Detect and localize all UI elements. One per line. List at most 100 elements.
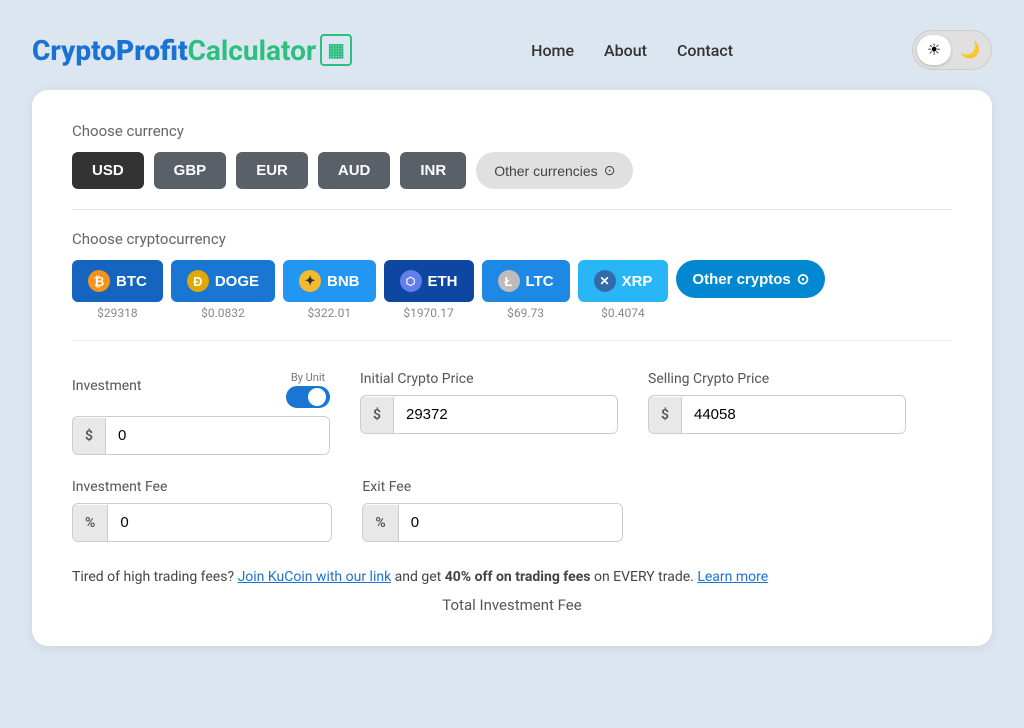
theme-toggle: ☀ 🌙 [912,30,992,70]
initial-price-label: Initial Crypto Price [360,371,618,387]
currency-btn-usd[interactable]: USD [72,152,144,189]
investment-fee-prefix: % [73,505,108,541]
crypto-btn-ltc[interactable]: Ł LTC [482,260,570,302]
xrp-price: $0.4074 [601,306,645,320]
crypto-item-others: Other cryptos ⊙ [676,260,825,298]
crypto-btn-others[interactable]: Other cryptos ⊙ [676,260,825,298]
currency-btn-aud[interactable]: AUD [318,152,391,189]
currency-btn-eur[interactable]: EUR [236,152,308,189]
xrp-icon: ✕ [594,270,616,292]
other-cryptos-label: Other cryptos [692,271,790,288]
selling-price-input[interactable] [682,396,905,433]
crypto-btn-xrp[interactable]: ✕ XRP [578,260,669,302]
crypto-btn-btc[interactable]: ₿ BTC [72,260,163,302]
crypto-item-btc: ₿ BTC $29318 [72,260,163,320]
investment-input[interactable] [106,417,329,454]
promo-bold: 40% off on trading fees [445,569,591,585]
selling-price-label: Selling Crypto Price [648,371,906,387]
crypto-row: ₿ BTC $29318 Ð DOGE $0.0832 ✦ BNB [72,260,952,320]
currency-btn-inr[interactable]: INR [400,152,466,189]
selling-price-group: Selling Crypto Price $ [648,371,906,455]
ltc-price: $69.73 [507,306,544,320]
crypto-btn-bnb[interactable]: ✦ BNB [283,260,376,302]
crypto-btn-doge[interactable]: Ð DOGE [171,260,275,302]
dark-mode-button[interactable]: 🌙 [953,35,987,65]
exit-fee-group: Exit Fee % [362,479,622,542]
investment-label: Investment [72,378,141,394]
currency-btn-gbp[interactable]: GBP [154,152,227,189]
main-card: Choose currency USD GBP EUR AUD INR Othe… [32,90,992,646]
crypto-item-doge: Ð DOGE $0.0832 [171,260,275,320]
currency-section: Choose currency USD GBP EUR AUD INR Othe… [72,122,952,189]
exit-fee-label: Exit Fee [362,479,622,495]
exit-fee-input-wrapper: % [362,503,622,542]
crypto-section: Choose cryptocurrency ₿ BTC $29318 Ð DOG… [72,230,952,320]
light-mode-button[interactable]: ☀ [917,35,951,65]
divider-2 [72,340,952,341]
xrp-label: XRP [622,273,653,290]
investment-label-row: Investment By Unit [72,371,330,408]
initial-price-prefix: $ [361,397,394,433]
promo-text1: Tired of high trading fees? [72,569,234,585]
promo-text2: and get [395,569,445,585]
by-unit-toggle[interactable] [286,386,330,408]
crypto-item-bnb: ✦ BNB $322.01 [283,260,376,320]
selling-price-prefix: $ [649,397,682,433]
by-unit-label: By Unit [291,371,325,384]
nav-home[interactable]: Home [531,41,574,60]
form-row-1: Investment By Unit $ [72,371,952,455]
other-cryptos-chevron-icon: ⊙ [797,270,810,288]
exit-fee-input[interactable] [399,504,622,541]
bnb-label: BNB [327,273,360,290]
header: CryptoProfitCalculator ▦ Home About Cont… [32,20,992,90]
logo-calculator: Calculator [188,34,317,67]
doge-price: $0.0832 [201,306,245,320]
ltc-icon: Ł [498,270,520,292]
investment-fee-label: Investment Fee [72,479,332,495]
investment-group: Investment By Unit $ [72,371,330,455]
initial-price-input[interactable] [394,396,617,433]
eth-price: $1970.17 [403,306,453,320]
chevron-down-icon: ⊙ [604,162,616,179]
investment-fee-input[interactable] [108,504,331,541]
investment-fee-input-wrapper: % [72,503,332,542]
doge-icon: Ð [187,270,209,292]
promo-link-learn-more[interactable]: Learn more [697,569,768,585]
ltc-label: LTC [526,273,554,290]
currency-row: USD GBP EUR AUD INR Other currencies ⊙ [72,152,952,189]
promo-link-kucoin[interactable]: Join KuCoin with our link [238,569,392,585]
logo-crypto: Crypto [32,34,116,67]
nav: Home About Contact [531,41,733,60]
toggle-slider [286,386,330,408]
bnb-icon: ✦ [299,270,321,292]
bnb-price: $322.01 [307,306,351,320]
nav-contact[interactable]: Contact [677,41,733,60]
btc-price: $29318 [97,306,137,320]
initial-price-input-wrapper: $ [360,395,618,434]
logo-profit: Profit [116,34,188,67]
crypto-item-xrp: ✕ XRP $0.4074 [578,260,669,320]
form-row-2: Investment Fee % Exit Fee % [72,479,952,542]
divider-1 [72,209,952,210]
crypto-item-ltc: Ł LTC $69.73 [482,260,570,320]
eth-label: ETH [428,273,458,290]
selling-price-input-wrapper: $ [648,395,906,434]
initial-price-group: Initial Crypto Price $ [360,371,618,455]
exit-fee-prefix: % [363,505,398,541]
crypto-item-eth: ⬡ ETH $1970.17 [384,260,474,320]
investment-fee-group: Investment Fee % [72,479,332,542]
total-investment-fee-label: Total Investment Fee [72,596,952,614]
btc-label: BTC [116,273,147,290]
crypto-section-label: Choose cryptocurrency [72,230,952,248]
doge-label: DOGE [215,273,259,290]
crypto-btn-eth[interactable]: ⬡ ETH [384,260,474,302]
investment-prefix: $ [73,418,106,454]
investment-input-wrapper: $ [72,416,330,455]
calculator-icon: ▦ [320,34,352,66]
by-unit-toggle-container: By Unit [286,371,330,408]
logo: CryptoProfitCalculator ▦ [32,34,352,67]
nav-about[interactable]: About [604,41,647,60]
btc-icon: ₿ [88,270,110,292]
currency-btn-other[interactable]: Other currencies ⊙ [476,152,633,189]
promo-text3: on EVERY trade. [594,569,694,585]
